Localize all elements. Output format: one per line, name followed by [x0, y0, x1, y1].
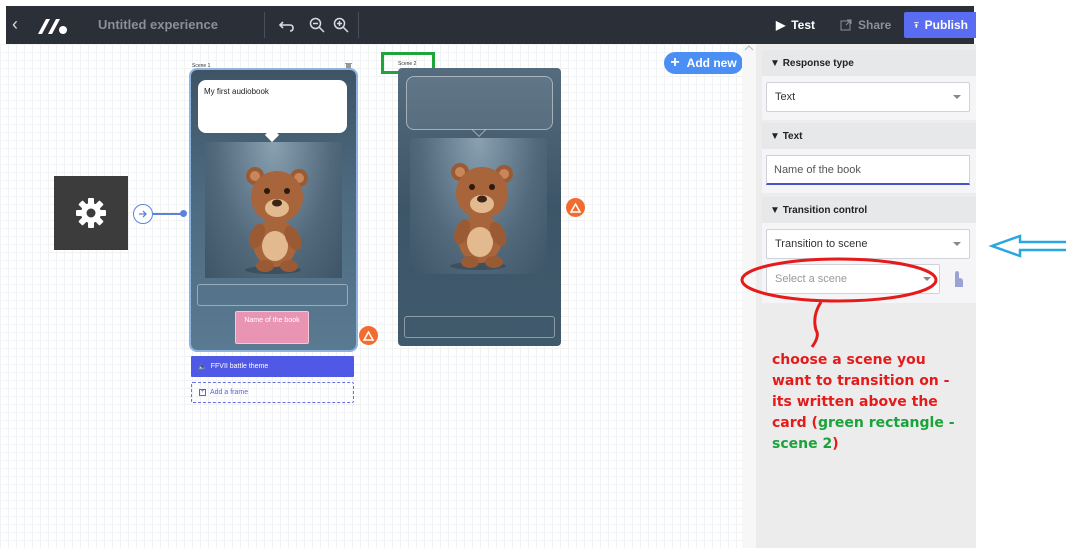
- red-highlight-ellipse: [740, 257, 938, 303]
- annotation-overlay: [740, 234, 1066, 348]
- red-pointer-line: [810, 301, 823, 348]
- blue-arrow-icon: [988, 234, 1066, 258]
- annotation-note: choose a scene you want to transition on…: [772, 352, 955, 452]
